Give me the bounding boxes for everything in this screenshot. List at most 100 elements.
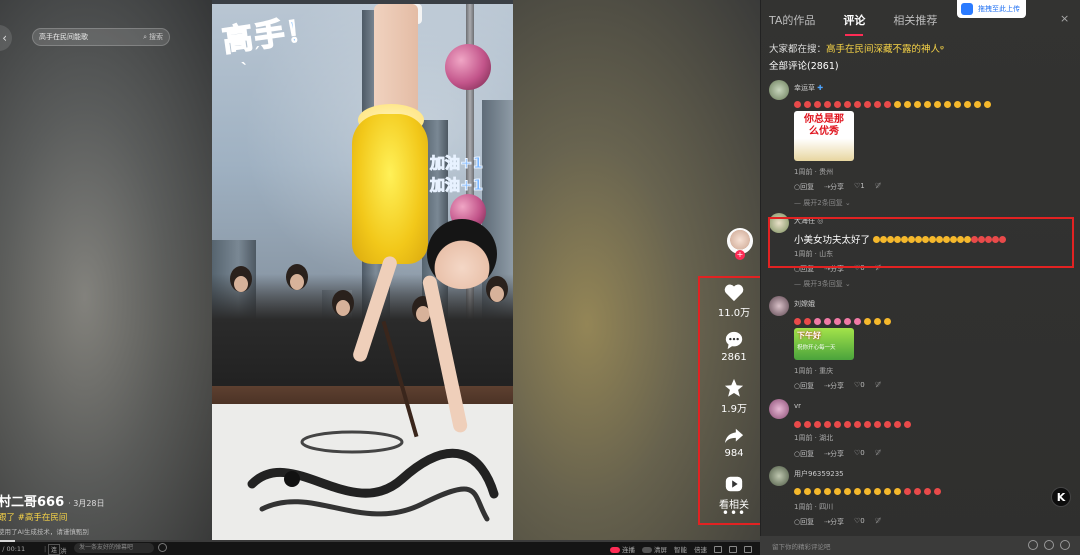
spectator-face: [234, 276, 248, 292]
avatar[interactable]: [769, 296, 789, 316]
share-comment-button[interactable]: ⇢分享: [824, 449, 844, 459]
k-logo-icon[interactable]: K: [1051, 487, 1071, 507]
author-name[interactable]: 村二哥666 · 3月28日: [0, 491, 105, 510]
volume-icon[interactable]: [729, 545, 737, 553]
tab-related[interactable]: 相关推荐: [893, 12, 937, 28]
drag-upload-button[interactable]: 拖拽至此上传: [957, 0, 1026, 18]
play-related-icon: [725, 476, 743, 492]
search-button[interactable]: 搜索: [149, 32, 163, 42]
comment-input[interactable]: 留下你的精彩评论吧: [760, 536, 1080, 555]
commenter-name[interactable]: vr: [794, 402, 801, 410]
pearl-tower-ball: [445, 44, 491, 90]
close-icon[interactable]: ×: [1060, 12, 1069, 25]
comment-meta: 1周前 · 重庆: [794, 367, 834, 375]
clear-screen-toggle[interactable]: 清屏: [642, 544, 667, 554]
divider: |: [44, 545, 47, 553]
overlay-cheer: 加油+1: [429, 176, 484, 195]
emoji-icon[interactable]: [1060, 540, 1070, 550]
commenter-name[interactable]: 用户96359235: [794, 469, 844, 479]
search-query: 高手在民间能歌: [39, 33, 88, 41]
backdrop-blur-left: [0, 0, 212, 540]
like-comment-button[interactable]: ♡0: [854, 381, 865, 391]
avatar[interactable]: [769, 80, 789, 100]
comment-icon: [725, 331, 743, 350]
like-comment-button[interactable]: ♡0: [854, 449, 865, 459]
dislike-comment-button[interactable]: ♡̸: [875, 182, 881, 192]
reply-button[interactable]: ○回复: [794, 381, 814, 391]
image-icon[interactable]: [1028, 540, 1038, 550]
search-input[interactable]: 高手在民间能歌 ⌕ 搜索: [32, 28, 170, 46]
comment-count-label: 全部评论(2861): [769, 61, 839, 72]
progress-bar[interactable]: [0, 540, 760, 542]
tab-comments[interactable]: 评论: [843, 12, 865, 36]
spectator-face: [290, 274, 304, 290]
comment-highlight-box: [768, 217, 1074, 268]
comment-input-icons: [1028, 540, 1070, 550]
heart-icon: [724, 284, 744, 302]
emoji-row: [794, 101, 991, 108]
star-icon: [724, 378, 744, 397]
dislike-comment-button[interactable]: ♡̸: [875, 449, 881, 459]
more-icon[interactable]: •••: [700, 506, 768, 520]
comment-item: 幸运草 ✚ 你总是那 么优秀 1周前 · 贵州 ○回复 ⇢分享 ♡1 ♡̸ — 展…: [769, 80, 1071, 207]
toggle-switch: [642, 547, 652, 553]
reply-button[interactable]: ○回复: [794, 517, 814, 527]
action-rail-highlight: 11.0万 2861 1.9万 984 看相关 •••: [698, 276, 766, 525]
girl-yellow-outfit: [352, 114, 428, 264]
dislike-comment-button[interactable]: ♡̸: [875, 381, 881, 391]
sticker-image[interactable]: 你总是那 么优秀: [794, 111, 854, 161]
share-comment-button[interactable]: ⇢分享: [824, 517, 844, 527]
danmu-toggle[interactable]: 连: [48, 544, 61, 555]
commenter-name[interactable]: 刘嫦娥: [794, 299, 815, 309]
upload-icon: [961, 3, 973, 15]
reply-button[interactable]: ○回复: [794, 449, 814, 459]
video-player[interactable]: 高手！ ˋ ˎ ˊ 加油+1 加油+1: [212, 4, 513, 540]
share-comment-button[interactable]: ⇢分享: [824, 182, 844, 192]
comment-item: 用户96359235 1周前 · 四川 ○回复 ⇢分享 ♡0 ♡̸: [769, 466, 1071, 530]
danmu-settings[interactable]: 洪: [60, 545, 67, 555]
mention-icon[interactable]: [1044, 540, 1054, 550]
expand-replies[interactable]: — 展开3条回复 ⌄: [794, 279, 851, 289]
avatar[interactable]: [769, 399, 789, 419]
follow-button[interactable]: +: [735, 250, 745, 260]
hashtag-link[interactable]: #高手在民间: [18, 513, 68, 523]
comment-item: vr 1周前 · 湖北 ○回复 ⇢分享 ♡0 ♡̸: [769, 399, 1071, 459]
comment-actions: ○回复 ⇢分享 ♡1 ♡̸: [794, 182, 881, 192]
comment-meta: 1周前 · 贵州: [794, 168, 834, 176]
like-button[interactable]: 11.0万: [700, 282, 768, 319]
danmu-input[interactable]: 发一条友好的弹幕吧: [74, 543, 154, 553]
speed-button[interactable]: 倍速: [694, 544, 707, 554]
overlay-cheer: 加油+1: [429, 154, 484, 173]
video-description: 跟了 #高手在民间: [0, 513, 68, 523]
emoji-row: [794, 488, 941, 495]
toggle-switch: [610, 547, 620, 553]
expand-replies[interactable]: — 展开2条回复 ⌄: [794, 198, 851, 208]
commenter-name[interactable]: 幸运草 ✚: [794, 83, 823, 93]
fullscreen-icon[interactable]: [744, 545, 752, 553]
danmu-send-icon[interactable]: [158, 543, 167, 552]
pip-icon[interactable]: [714, 545, 722, 553]
sticker-image[interactable]: 下午好 祝你开心每一天: [794, 328, 854, 360]
panel-tabs: TA的作品 评论 相关推荐: [769, 12, 937, 36]
quality-button[interactable]: 智能: [674, 544, 687, 554]
tab-works[interactable]: TA的作品: [769, 12, 815, 28]
hot-search: 大家都在搜：高手在民间深藏不露的神人ᵠ: [769, 44, 944, 55]
like-comment-button[interactable]: ♡1: [854, 182, 865, 192]
progress-fill: [0, 540, 16, 542]
share-comment-button[interactable]: ⇢分享: [824, 381, 844, 391]
girl-head: [427, 219, 497, 289]
comment-button[interactable]: 2861: [700, 330, 768, 363]
reply-button[interactable]: ○回复: [794, 182, 814, 192]
comment-count: 2861: [721, 352, 747, 363]
share-button[interactable]: 984: [700, 426, 768, 459]
comment-item: 刘嫦娥 下午好 祝你开心每一天 1周前 · 重庆 ○回复 ⇢分享 ♡0 ♡̸: [769, 296, 1071, 392]
favorite-button[interactable]: 1.9万: [700, 378, 768, 415]
avatar[interactable]: [769, 466, 789, 486]
autoplay-toggle[interactable]: 连播: [610, 544, 635, 554]
hot-search-keyword[interactable]: 高手在民间深藏不露的神人ᵠ: [826, 44, 944, 55]
dislike-comment-button[interactable]: ♡̸: [875, 517, 881, 527]
like-comment-button[interactable]: ♡0: [854, 517, 865, 527]
like-count: 11.0万: [717, 308, 751, 319]
comment-panel: TA的作品 评论 相关推荐 拖拽至此上传 × 大家都在搜：高手在民间深藏不露的神…: [760, 0, 1080, 555]
favorite-count: 1.9万: [721, 404, 747, 415]
